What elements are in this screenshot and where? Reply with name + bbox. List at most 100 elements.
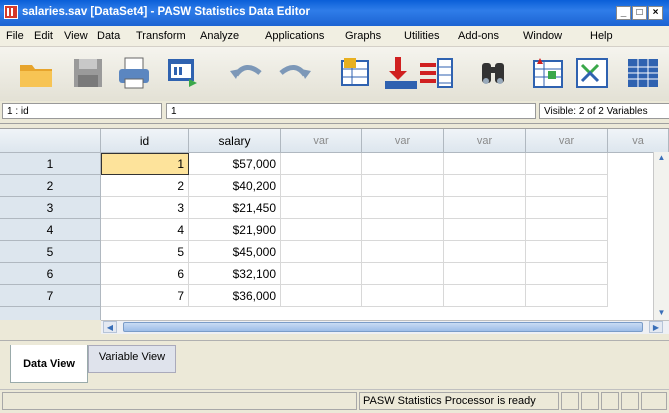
menu-analyze[interactable]: Analyze (200, 30, 239, 42)
column-header-id[interactable]: id (101, 129, 189, 153)
table-cell-empty[interactable] (444, 285, 526, 307)
table-cell-empty[interactable] (362, 219, 444, 241)
redo-icon[interactable] (277, 55, 313, 91)
status-segment (641, 392, 667, 410)
table-cell-id[interactable]: 1 (101, 153, 189, 175)
goto-variable-icon[interactable] (383, 55, 419, 91)
table-cell-empty[interactable] (362, 153, 444, 175)
spss-app-icon (4, 5, 18, 19)
menu-graphs[interactable]: Graphs (345, 30, 381, 42)
horizontal-scrollbar[interactable]: ◀ ▶ (101, 320, 669, 334)
table-cell-empty[interactable] (281, 285, 362, 307)
table-cell-empty[interactable] (526, 263, 608, 285)
table-cell-salary[interactable]: $21,450 (189, 197, 281, 219)
table-cell-id[interactable]: 3 (101, 197, 189, 219)
value-labels-icon[interactable] (625, 55, 661, 91)
table-cell-salary[interactable]: $57,000 (189, 153, 281, 175)
row-header[interactable] (0, 307, 101, 321)
table-cell-empty[interactable] (281, 175, 362, 197)
horizontal-scroll-thumb[interactable] (123, 322, 643, 332)
table-cell-empty[interactable] (362, 263, 444, 285)
table-cell-empty[interactable] (281, 241, 362, 263)
table-cell-empty[interactable] (526, 219, 608, 241)
table-cell-empty[interactable] (526, 241, 608, 263)
row-header[interactable]: 5 (0, 241, 101, 263)
table-cell-empty[interactable] (281, 263, 362, 285)
table-cell-empty[interactable] (526, 197, 608, 219)
table-cell-empty[interactable] (362, 175, 444, 197)
table-cell-empty[interactable] (281, 197, 362, 219)
window-title: salaries.sav [DataSet4] - PASW Statistic… (22, 6, 311, 18)
menu-utilities[interactable]: Utilities (404, 30, 439, 42)
menu-window[interactable]: Window (523, 30, 562, 42)
tab-data-view[interactable]: Data View (10, 345, 88, 383)
row-header[interactable]: 3 (0, 197, 101, 219)
row-header[interactable]: 4 (0, 219, 101, 241)
table-cell-empty[interactable] (526, 285, 608, 307)
scroll-right-arrow-icon[interactable]: ▶ (649, 321, 663, 333)
menu-applications[interactable]: Applications (265, 30, 324, 42)
corner-header[interactable] (0, 129, 101, 153)
cell-value-input[interactable]: 1 (166, 103, 536, 119)
table-cell-salary[interactable]: $40,200 (189, 175, 281, 197)
status-segment (601, 392, 619, 410)
menu-help[interactable]: Help (590, 30, 613, 42)
table-cell-id[interactable]: 2 (101, 175, 189, 197)
insert-cases-icon[interactable] (530, 55, 566, 91)
menu-view[interactable]: View (64, 30, 88, 42)
table-cell-empty[interactable] (444, 263, 526, 285)
goto-case-icon[interactable] (338, 55, 374, 91)
table-cell-salary[interactable]: $36,000 (189, 285, 281, 307)
save-icon[interactable] (70, 55, 106, 91)
close-button[interactable]: × (648, 6, 663, 20)
menu-transform[interactable]: Transform (136, 30, 186, 42)
column-header-salary[interactable]: salary (189, 129, 281, 153)
table-cell-empty[interactable] (526, 153, 608, 175)
table-cell-id[interactable]: 6 (101, 263, 189, 285)
row-header[interactable]: 7 (0, 285, 101, 307)
column-header-var[interactable]: var (444, 129, 526, 153)
table-cell-empty[interactable] (526, 175, 608, 197)
dialog-recall-icon[interactable] (165, 55, 201, 91)
menu-file[interactable]: File (6, 30, 24, 42)
table-cell-empty[interactable] (444, 153, 526, 175)
menu-edit[interactable]: Edit (34, 30, 53, 42)
table-cell-empty[interactable] (444, 219, 526, 241)
table-cell-salary[interactable]: $32,100 (189, 263, 281, 285)
scroll-left-arrow-icon[interactable]: ◀ (103, 321, 117, 333)
table-cell-empty[interactable] (281, 153, 362, 175)
undo-icon[interactable] (228, 55, 264, 91)
table-cell-empty[interactable] (444, 175, 526, 197)
table-cell-id[interactable]: 7 (101, 285, 189, 307)
table-cell-salary[interactable]: $21,900 (189, 219, 281, 241)
menu-data[interactable]: Data (97, 30, 120, 42)
open-folder-icon[interactable] (18, 55, 54, 91)
table-cell-empty[interactable] (362, 241, 444, 263)
table-cell-empty[interactable] (444, 241, 526, 263)
row-header[interactable]: 2 (0, 175, 101, 197)
column-header-var[interactable]: var (362, 129, 444, 153)
split-file-icon[interactable] (574, 55, 610, 91)
menu-add-ons[interactable]: Add-ons (458, 30, 499, 42)
row-header[interactable]: 6 (0, 263, 101, 285)
vertical-scrollbar[interactable]: ▲ ▼ (653, 152, 669, 320)
column-header-var[interactable]: var (526, 129, 608, 153)
column-header-var[interactable]: var (281, 129, 362, 153)
column-header-var[interactable]: va (608, 129, 669, 153)
table-cell-empty[interactable] (362, 285, 444, 307)
table-cell-id[interactable]: 5 (101, 241, 189, 263)
table-cell-empty[interactable] (444, 197, 526, 219)
table-cell-empty[interactable] (281, 219, 362, 241)
table-cell-salary[interactable]: $45,000 (189, 241, 281, 263)
print-icon[interactable] (116, 55, 152, 91)
scroll-up-arrow-icon[interactable]: ▲ (655, 152, 668, 164)
minimize-button[interactable]: _ (616, 6, 631, 20)
find-icon[interactable] (476, 55, 512, 91)
scroll-down-arrow-icon[interactable]: ▼ (655, 307, 668, 319)
variables-icon[interactable] (418, 55, 454, 91)
maximize-button[interactable]: □ (632, 6, 647, 20)
tab-variable-view[interactable]: Variable View (88, 345, 176, 373)
table-cell-empty[interactable] (362, 197, 444, 219)
row-header[interactable]: 1 (0, 153, 101, 175)
table-cell-id[interactable]: 4 (101, 219, 189, 241)
